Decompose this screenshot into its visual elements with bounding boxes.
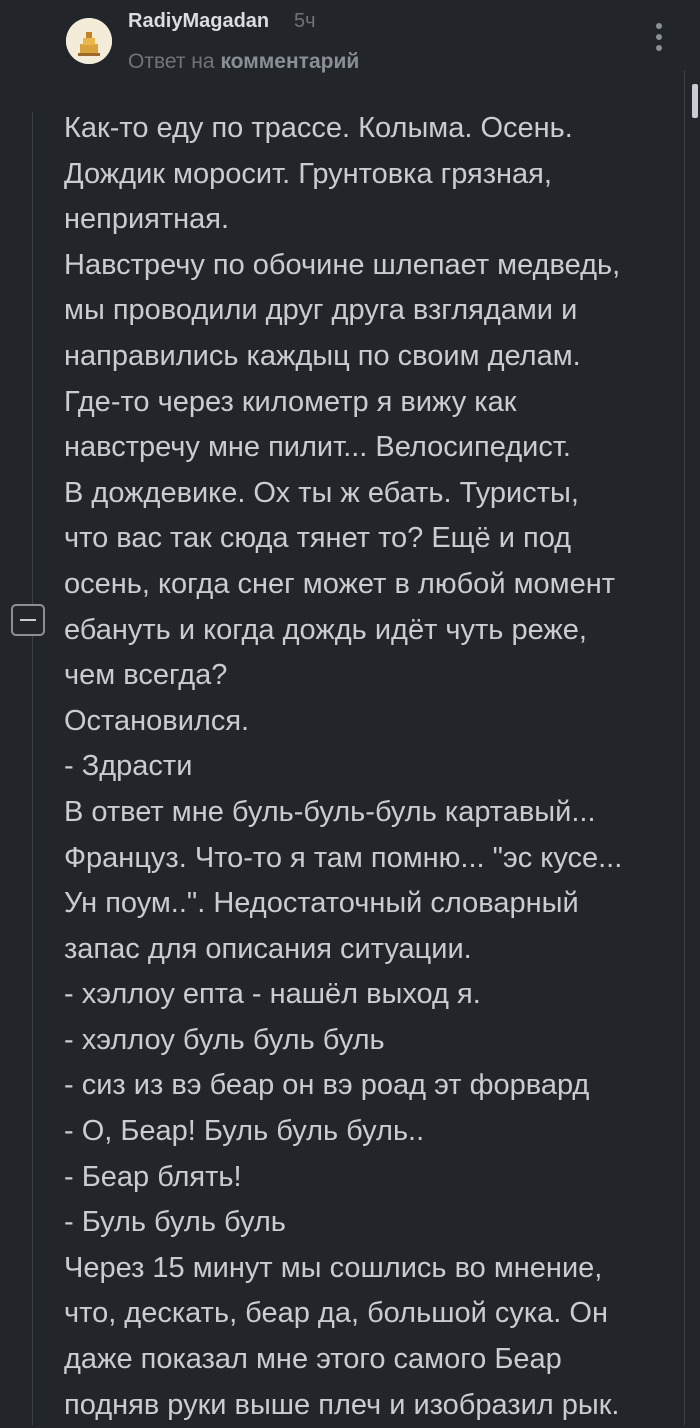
comment-line: Как-то еду по трассе. Колыма. Осень.: [64, 112, 573, 144]
comment-line: навстречу мне пилит... Велосипедист.: [64, 431, 571, 464]
comment-line: - Здрасти: [64, 750, 193, 783]
comment-line: Где-то через километр я вижу как: [64, 385, 517, 418]
comment-line: Француз. Что-то я там помню... "эс кусе.…: [64, 841, 623, 874]
collapse-minus-icon[interactable]: [11, 604, 45, 636]
comment-line: - сиз из вэ беар он вэ роад эт форвард: [64, 1069, 590, 1102]
comment-line: - хэллоу епта - нашёл выход я.: [64, 978, 481, 1011]
comment-line: осень, когда снег может в любой момент: [64, 567, 615, 600]
comment-time: 5ч: [294, 10, 316, 32]
more-vertical-icon[interactable]: [648, 20, 670, 60]
comment-line: Остановился.: [64, 704, 250, 737]
comment-line: подняв руки выше плеч и изобразил рык.: [64, 1388, 620, 1421]
comment-line: Ун поум..". Недостаточный словарный: [64, 887, 579, 920]
comment-line: - Беар блять!: [64, 1160, 242, 1193]
comment-line: что, дескать, беар да, большой сука. Он: [64, 1297, 608, 1330]
comment-line: В дождевике. Ох ты ж ебать. Туристы,: [64, 476, 579, 509]
scrollbar[interactable]: [692, 84, 698, 118]
reply-target-link[interactable]: комментарий: [220, 50, 359, 73]
comment-line: Через 15 минут мы сошлись во мнение,: [64, 1251, 603, 1284]
comment-line: направились каждыц по своим делам.: [64, 339, 581, 372]
comment-line: запас для описания ситуации.: [64, 932, 472, 965]
comment-author[interactable]: RadiyMagadan: [128, 10, 269, 33]
comment-body: Как-то еду по трассе. Колыма. Осень. Дож…: [64, 106, 688, 1428]
comment-line: даже показал мне этого самого Беар: [64, 1343, 562, 1376]
reply-prefix: Ответ на: [128, 50, 215, 73]
comment-line: В ответ мне буль-буль-буль картавый...: [64, 795, 596, 828]
comment-line: Дождик моросит. Грунтовка грязная,: [64, 157, 552, 190]
comment-line: - хэллоу буль буль буль: [64, 1023, 385, 1056]
comment-line: Навстречу по обочине шлепает медведь,: [64, 248, 621, 281]
avatar[interactable]: [66, 18, 112, 64]
comment-line: - Буль буль буль: [64, 1206, 286, 1239]
comment-line: что вас так сюда тянет то? Ещё и под: [64, 522, 572, 555]
comment-line: чем всегда?: [64, 659, 228, 692]
comment-line: ебануть и когда дождь идёт чуть реже,: [64, 613, 587, 646]
reply-to[interactable]: Ответ на комментарий: [128, 50, 359, 74]
comment-line: мы проводили друг друга взглядами и: [64, 294, 578, 327]
avatar-image: [66, 18, 112, 64]
comment-line: неприятная.: [64, 203, 230, 236]
thread-line: [32, 112, 33, 1425]
comment-line: - О, Беар! Буль буль буль..: [64, 1115, 425, 1148]
